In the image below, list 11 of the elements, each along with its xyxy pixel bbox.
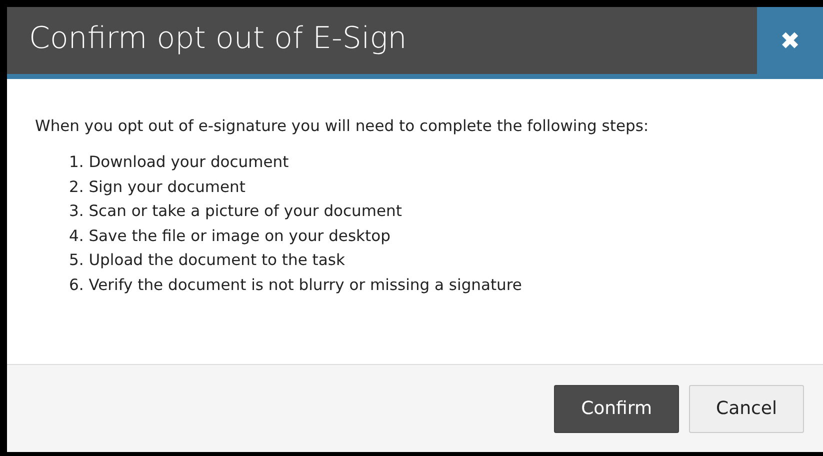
cancel-button[interactable]: Cancel bbox=[689, 384, 804, 432]
step-item: 1. Download your document bbox=[69, 152, 290, 174]
dialog-title: Confirm opt out of E-Sign bbox=[7, 7, 757, 74]
step-item: 5. Upload the document to the task bbox=[69, 250, 346, 272]
instruction-text: When you opt out of e-signature you will need to complete the following steps: bbox=[35, 116, 650, 137]
close-button[interactable]: ✖ bbox=[757, 7, 823, 74]
step-item: 6. Verify the document is not blurry or missing a signature bbox=[69, 274, 523, 296]
step-item: 3. Scan or take a picture of your document bbox=[69, 201, 403, 222]
confirm-button[interactable]: Confirm bbox=[554, 384, 680, 432]
step-item: 2. Sign your document bbox=[69, 176, 246, 198]
step-item: 4. Save the file or image on your desktop bbox=[69, 226, 392, 247]
